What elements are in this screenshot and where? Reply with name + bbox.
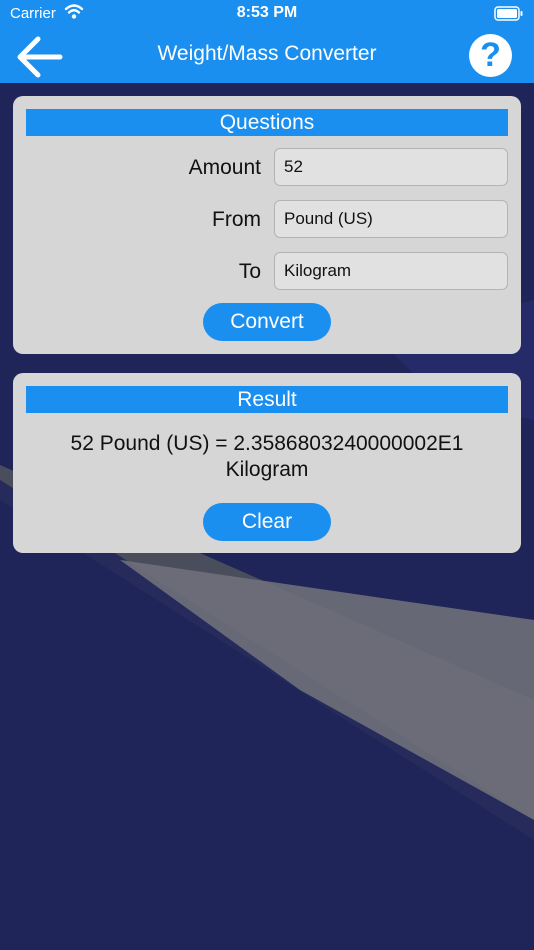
- help-button[interactable]: ?: [469, 34, 512, 77]
- status-time: 8:53 PM: [236, 4, 298, 21]
- clear-button[interactable]: Clear: [203, 503, 331, 541]
- convert-button[interactable]: Convert: [203, 303, 331, 341]
- questions-header: Questions: [26, 109, 508, 136]
- result-header: Result: [26, 386, 508, 413]
- result-line-1: 52 Pound (US) = 2.3586803240000002E1: [70, 432, 464, 455]
- amount-input[interactable]: 52: [274, 148, 508, 186]
- result-card: Result 52 Pound (US) = 2.358680324000000…: [13, 373, 521, 553]
- result-line-2: Kilogram: [225, 458, 309, 481]
- result-text: 52 Pound (US) = 2.3586803240000002E1 Kil…: [26, 431, 508, 483]
- from-field[interactable]: Pound (US): [274, 200, 508, 238]
- battery-icon: [494, 6, 524, 26]
- status-bar: Carrier 8:53 PM: [0, 0, 534, 28]
- navigation-bar: Weight/Mass Converter ?: [0, 28, 534, 83]
- to-label: To: [238, 260, 261, 283]
- to-field[interactable]: Kilogram: [274, 252, 508, 290]
- questions-card: Questions Amount 52 From Pound (US) To K…: [13, 96, 521, 354]
- amount-label: Amount: [188, 156, 261, 179]
- from-label: From: [212, 208, 261, 231]
- page-title: Weight/Mass Converter: [157, 42, 377, 65]
